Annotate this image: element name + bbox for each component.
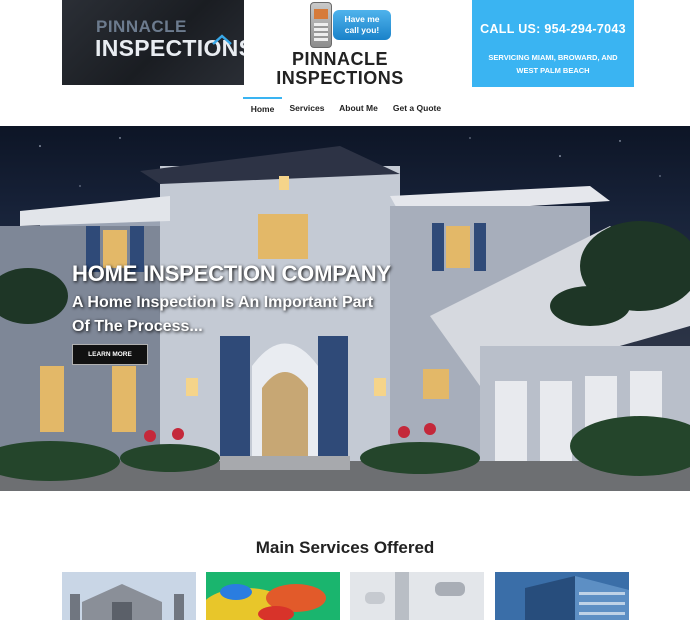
nav-item-services[interactable]: Services: [287, 97, 327, 119]
hero-subtitle: A Home Inspection Is An Important Part O…: [72, 294, 374, 335]
call-us-box[interactable]: CALL US: 954-294-7043 SERVICING MIAMI, B…: [472, 0, 634, 87]
service-thumb-thermal[interactable]: [206, 572, 340, 620]
brand-name-line2: INSPECTIONS: [276, 68, 404, 88]
service-thumb-plumbing[interactable]: [350, 572, 484, 620]
commercial-building-icon: [495, 572, 629, 620]
call-me-bubble[interactable]: Have me call you!: [333, 10, 391, 40]
call-bubble-line1: Have me: [344, 14, 380, 24]
logo-text-line1: PINNACLE: [96, 17, 187, 36]
page: PINNACLE INSPECTIONS Have me call you! P…: [0, 0, 690, 620]
service-thumb-house[interactable]: [62, 572, 196, 620]
nav-item-home[interactable]: Home: [243, 97, 282, 119]
service-thumb-commercial[interactable]: [495, 572, 629, 620]
nav-item-about-me[interactable]: About Me: [336, 97, 381, 119]
thermal-image-icon: [206, 572, 340, 620]
brand-name: PINNACLE INSPECTIONS: [255, 50, 425, 88]
hero-banner: HOME INSPECTION COMPANY A Home Inspectio…: [0, 126, 690, 491]
logo-image[interactable]: PINNACLE INSPECTIONS: [62, 0, 244, 85]
services-heading: Main Services Offered: [255, 538, 435, 557]
main-nav: Home Services About Me Get a Quote: [0, 97, 690, 119]
learn-more-button[interactable]: LEARN MORE: [72, 344, 148, 365]
house-photo-icon: [62, 572, 196, 620]
call-bubble-line2: call you!: [344, 25, 380, 35]
plumbing-pipes-icon: [350, 572, 484, 620]
nav-item-get-a-quote[interactable]: Get a Quote: [390, 97, 444, 119]
service-area-text: SERVICING MIAMI, BROWARD, AND WEST PALM …: [488, 53, 618, 75]
hero-title: HOME INSPECTION COMPANY: [72, 261, 391, 286]
brand-block[interactable]: Have me call you! PINNACLE INSPECTIONS: [255, 0, 425, 95]
house-roof-icon: [212, 34, 232, 45]
brand-name-line1: PINNACLE: [291, 49, 388, 69]
phone-number[interactable]: CALL US: 954-294-7043: [472, 22, 634, 36]
cell-phone-icon: [310, 2, 332, 48]
site-header: PINNACLE INSPECTIONS Have me call you! P…: [0, 0, 690, 126]
